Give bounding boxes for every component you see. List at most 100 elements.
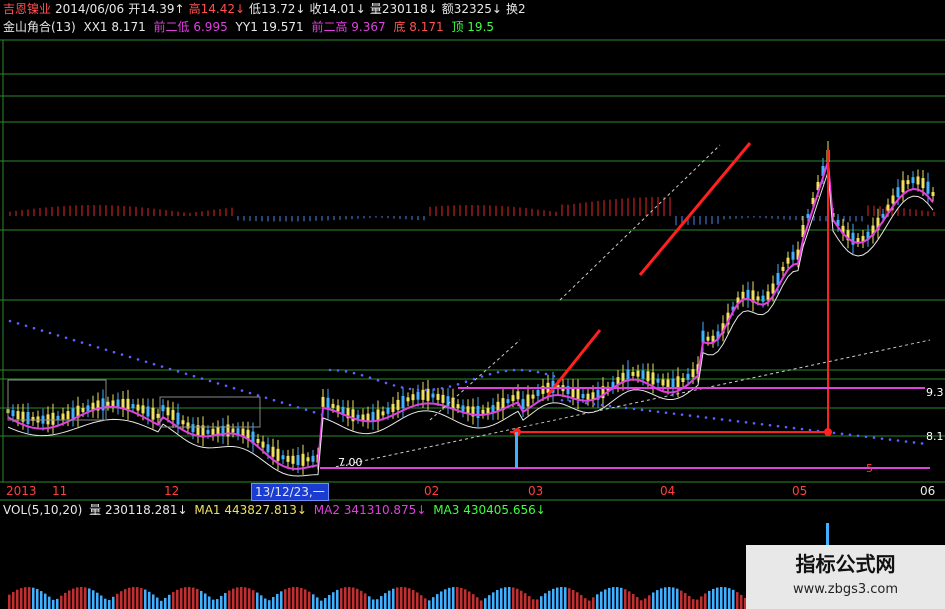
volume-bar: [132, 587, 135, 609]
volume-highlight: [515, 432, 518, 468]
sar-dot: [672, 412, 676, 415]
candle-body: [36, 416, 40, 423]
sar-dot: [688, 414, 692, 417]
sar-dot: [104, 348, 108, 352]
sar-dot: [840, 432, 844, 436]
sar-dot: [312, 410, 316, 414]
sar-dot: [336, 369, 340, 372]
sar-dot: [424, 388, 428, 392]
sar-dot: [528, 369, 532, 373]
sar-dot: [888, 438, 892, 441]
sar-dot: [184, 372, 188, 376]
sar-dot: [856, 434, 860, 438]
volume-bar: [516, 588, 519, 609]
volume-indicator-name[interactable]: VOL(5,10,20): [3, 503, 82, 517]
candle-body: [396, 399, 400, 410]
volume-bar: [352, 587, 355, 609]
candle-body: [641, 370, 645, 379]
sar-dot: [784, 425, 788, 429]
sar-dot: [48, 331, 52, 335]
volume-ma2: MA2 341310.875↓: [313, 503, 427, 517]
candle-body: [676, 376, 680, 389]
volume-bar: [412, 590, 415, 609]
ma-line-magenta: [7, 161, 934, 470]
volume-bar: [556, 587, 559, 609]
candle-body: [146, 406, 150, 417]
xaxis-label: 11: [52, 484, 68, 498]
volume-bar: [724, 587, 727, 609]
volume-bar: [440, 591, 443, 609]
trend-line-red: [546, 329, 602, 396]
sar-dot: [504, 369, 508, 373]
candle-body: [156, 413, 160, 418]
volume-bar: [16, 589, 19, 609]
candle-body: [306, 457, 310, 462]
sar-dot: [200, 377, 204, 380]
volume-bar: [212, 599, 215, 609]
volume-bar: [248, 588, 251, 609]
volume-bar: [700, 596, 703, 609]
sar-dot: [432, 388, 436, 391]
right-price-label-81: 8.1: [926, 430, 944, 443]
sar-dot: [360, 373, 364, 377]
volume-bar: [692, 599, 695, 609]
sar-dot: [224, 384, 228, 388]
volume-bar: [736, 592, 739, 609]
volume-bar: [116, 593, 119, 609]
sar-dot: [808, 428, 812, 432]
candle-body: [311, 455, 315, 462]
volume-bar: [60, 595, 63, 609]
candle-body: [636, 370, 640, 377]
volume-bar: [88, 588, 91, 609]
volume-bar: [520, 590, 523, 609]
marker-dot: [824, 428, 832, 436]
right-price-label-5: 5: [866, 462, 873, 475]
candle-body: [226, 424, 230, 437]
volume-bar: [388, 590, 391, 609]
volume-bar: [264, 598, 267, 609]
volume-bar: [636, 597, 639, 609]
candle-body: [856, 237, 860, 242]
sar-dot: [584, 401, 588, 405]
volume-bar: [640, 600, 643, 609]
volume-bar: [688, 595, 691, 609]
time-axis[interactable]: 2013 11 12 13/12/23,一 02 03 04 05 06: [0, 482, 945, 501]
candle-body: [321, 396, 325, 407]
candle-body: [906, 180, 910, 185]
candle-body: [916, 176, 920, 185]
sar-dot: [792, 426, 796, 430]
volume-bar: [644, 598, 647, 609]
volume-bar: [672, 587, 675, 609]
candle-body: [581, 394, 585, 399]
xaxis-label: 02: [424, 484, 440, 498]
volume-bar: [128, 587, 131, 609]
volume-bar: [268, 600, 271, 609]
volume-bar: [740, 594, 743, 609]
volume-bar: [432, 597, 435, 609]
volume-bar: [384, 593, 387, 609]
sar-dot: [88, 343, 92, 347]
volume-bar: [176, 589, 179, 609]
cursor-date-label: 13/12/23,一: [251, 483, 329, 501]
low-price-label: 7.00: [338, 456, 363, 469]
sar-dot: [248, 391, 252, 395]
volume-bar: [416, 592, 419, 609]
sar-dot: [408, 387, 412, 391]
volume-bar: [660, 588, 663, 609]
candle-body: [136, 404, 140, 411]
candle-body: [791, 251, 795, 260]
volume-bar: [484, 598, 487, 609]
volume-bar: [544, 593, 547, 609]
candle-body: [781, 266, 785, 271]
volume-bar: [56, 598, 59, 609]
candle-body: [151, 407, 155, 420]
volume-bar: [80, 587, 83, 609]
volume-bar: [344, 587, 347, 609]
candle-body: [531, 394, 535, 399]
sar-dot: [768, 423, 772, 427]
volume-bar: [604, 589, 607, 609]
candle-body: [436, 393, 440, 400]
stock-chart-window: { "header": { "name": "吉恩镍业", "date": "2…: [0, 0, 945, 609]
candle-body: [191, 424, 195, 433]
candle-body: [211, 428, 215, 435]
